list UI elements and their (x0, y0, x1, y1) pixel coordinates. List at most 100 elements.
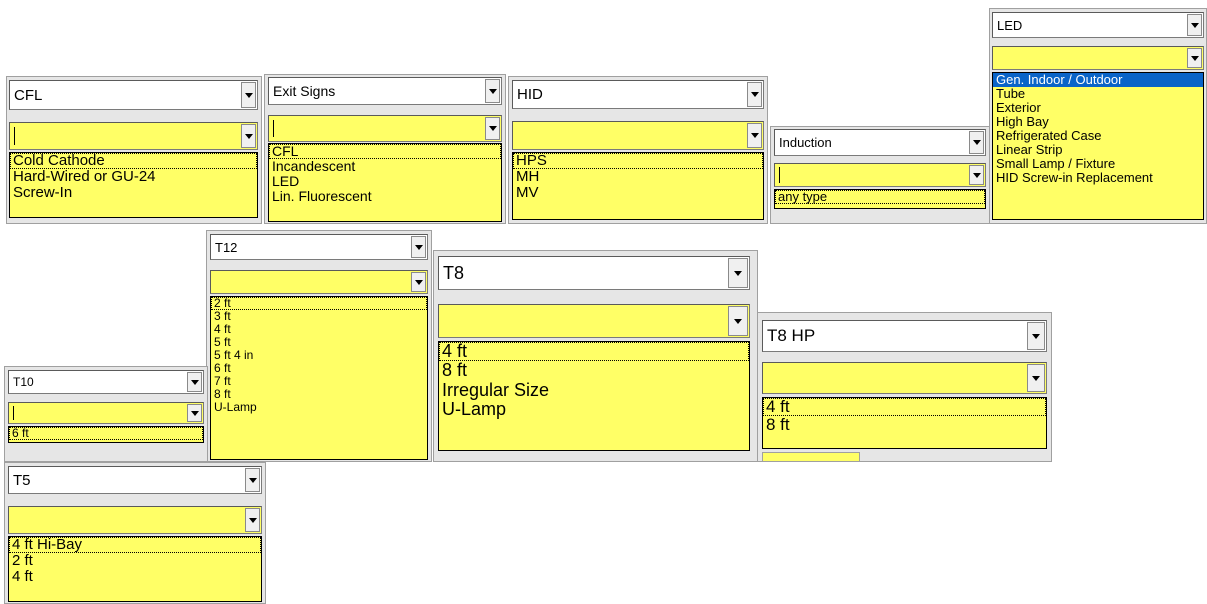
exit-subtype-select[interactable] (268, 115, 502, 142)
t5-type-select[interactable]: T5 (8, 466, 262, 494)
list-item[interactable]: 4 ft (9, 569, 261, 585)
list-item[interactable]: HID Screw-in Replacement (993, 171, 1203, 185)
chevron-down-icon[interactable] (245, 508, 260, 532)
t12-type-value: T12 (215, 239, 238, 255)
chevron-down-icon[interactable] (485, 79, 500, 103)
led-type-value: LED (997, 17, 1023, 33)
t10-type-select[interactable]: T10 (8, 370, 204, 394)
t8-subtype-select[interactable] (438, 304, 750, 338)
t10-type-value: T10 (13, 375, 34, 389)
exit-subtype-list[interactable]: CFL Incandescent LED Lin. Fluorescent (268, 143, 502, 222)
list-item[interactable]: LED (269, 174, 501, 189)
led-subtype-select[interactable] (992, 46, 1204, 70)
induction-type-select[interactable]: Induction (774, 129, 986, 156)
chevron-down-icon[interactable] (747, 123, 762, 148)
led-subtype-list[interactable]: Gen. Indoor / Outdoor Tube Exterior High… (992, 72, 1204, 220)
led-type-select[interactable]: LED (992, 12, 1204, 38)
chevron-down-icon[interactable] (187, 372, 202, 392)
list-item[interactable]: Small Lamp / Fixture (993, 157, 1203, 171)
t8-type-value: T8 (443, 262, 465, 283)
t10-subtype-list[interactable]: 6 ft (8, 426, 204, 443)
list-item[interactable]: 6 ft (9, 427, 203, 440)
list-item[interactable]: 3 ft (211, 309, 427, 323)
list-item[interactable]: Linear Strip (993, 143, 1203, 157)
list-item[interactable]: 4 ft (211, 322, 427, 336)
t5-subtype-list[interactable]: 4 ft Hi-Bay 2 ft 4 ft (8, 536, 262, 602)
t12-type-select[interactable]: T12 (210, 234, 428, 260)
chevron-down-icon[interactable] (728, 258, 748, 288)
list-item[interactable]: 7 ft (211, 374, 427, 388)
list-item[interactable]: 5 ft 4 in (211, 348, 427, 362)
list-item[interactable]: 2 ft (9, 552, 261, 569)
cfl-subtype-select[interactable] (9, 122, 258, 150)
text-cursor (779, 167, 780, 183)
list-item[interactable]: 6 ft (211, 361, 427, 375)
chevron-down-icon[interactable] (241, 82, 256, 108)
list-item[interactable]: Tube (993, 86, 1203, 101)
list-item[interactable]: Irregular Size (439, 380, 749, 400)
chevron-down-icon[interactable] (969, 165, 984, 185)
list-item[interactable]: MH (513, 168, 763, 185)
chevron-down-icon[interactable] (1187, 48, 1202, 68)
chevron-down-icon[interactable] (245, 468, 260, 492)
exit-type-value: Exit Signs (273, 83, 336, 99)
list-item[interactable]: 8 ft (439, 360, 749, 380)
chevron-down-icon[interactable] (969, 131, 984, 154)
list-item[interactable]: 4 ft (763, 398, 1046, 417)
t8-type-select[interactable]: T8 (438, 256, 750, 290)
exit-type-select[interactable]: Exit Signs (268, 77, 502, 105)
list-item[interactable]: 8 ft (211, 387, 427, 401)
induction-subtype-list[interactable]: any type (774, 189, 986, 209)
induction-subtype-select[interactable] (774, 163, 986, 187)
t10-subtype-select[interactable] (8, 402, 204, 424)
list-item[interactable]: 2 ft (211, 297, 427, 310)
list-item[interactable]: Exterior (993, 101, 1203, 115)
cfl-type-value: CFL (14, 86, 43, 104)
t8hp-subtype-list[interactable]: 4 ft 8 ft (762, 397, 1047, 449)
list-item[interactable]: U-Lamp (211, 400, 427, 414)
t12-subtype-select[interactable] (210, 270, 428, 294)
cfl-type-select[interactable]: CFL (9, 80, 258, 110)
text-cursor (14, 126, 15, 146)
t8hp-stub-field (762, 452, 860, 462)
chevron-down-icon[interactable] (411, 236, 426, 258)
chevron-down-icon[interactable] (485, 117, 500, 140)
induction-type-value: Induction (779, 135, 832, 150)
list-item[interactable]: Lin. Fluorescent (269, 189, 501, 204)
list-item[interactable]: Cold Cathode (10, 153, 257, 170)
text-cursor (273, 119, 274, 138)
list-item[interactable]: 5 ft (211, 335, 427, 349)
hid-type-select[interactable]: HID (512, 80, 764, 109)
list-item[interactable]: High Bay (993, 115, 1203, 129)
t12-subtype-list[interactable]: 2 ft 3 ft 4 ft 5 ft 5 ft 4 in 6 ft 7 ft … (210, 296, 428, 460)
list-item[interactable]: 8 ft (763, 415, 1046, 434)
list-item[interactable]: MV (513, 185, 763, 201)
list-item[interactable]: CFL (269, 144, 501, 160)
list-item[interactable]: any type (775, 190, 985, 205)
list-item[interactable]: 4 ft (439, 342, 749, 362)
chevron-down-icon[interactable] (1027, 364, 1045, 392)
chevron-down-icon[interactable] (411, 272, 426, 292)
t8-subtype-list[interactable]: 4 ft 8 ft Irregular Size U-Lamp (438, 341, 750, 451)
hid-subtype-select[interactable] (512, 121, 764, 150)
list-item[interactable]: Screw-In (10, 185, 257, 201)
hid-subtype-list[interactable]: HPS MH MV (512, 152, 764, 220)
chevron-down-icon[interactable] (1027, 322, 1045, 350)
t8hp-type-value: T8 HP (767, 326, 816, 345)
chevron-down-icon[interactable] (728, 306, 748, 336)
t5-subtype-select[interactable] (8, 506, 262, 534)
list-item[interactable]: 4 ft Hi-Bay (9, 537, 261, 554)
list-item[interactable]: Incandescent (269, 158, 501, 174)
cfl-subtype-list[interactable]: Cold Cathode Hard-Wired or GU-24 Screw-I… (9, 152, 258, 218)
t8hp-subtype-select[interactable] (762, 362, 1047, 394)
list-item[interactable]: Refrigerated Case (993, 129, 1203, 143)
chevron-down-icon[interactable] (187, 404, 202, 422)
chevron-down-icon[interactable] (241, 124, 256, 148)
list-item[interactable]: Gen. Indoor / Outdoor (993, 73, 1203, 88)
chevron-down-icon[interactable] (1187, 14, 1202, 36)
t8hp-type-select[interactable]: T8 HP (762, 320, 1047, 352)
list-item[interactable]: Hard-Wired or GU-24 (10, 168, 257, 185)
list-item[interactable]: HPS (513, 153, 763, 170)
list-item[interactable]: U-Lamp (439, 399, 749, 419)
chevron-down-icon[interactable] (747, 82, 762, 107)
